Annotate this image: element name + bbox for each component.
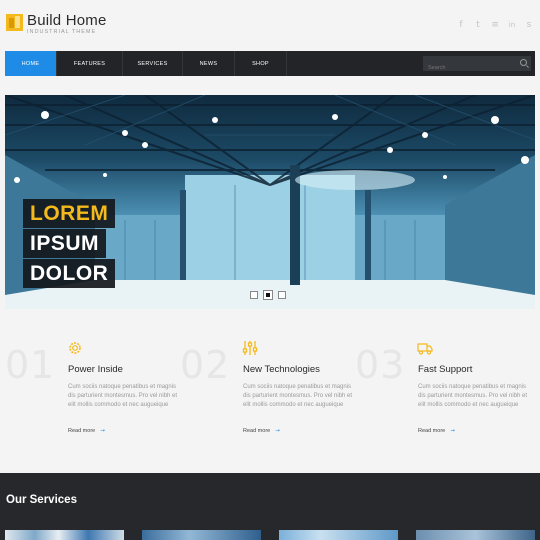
read-more-link[interactable]: Read more → bbox=[418, 428, 455, 434]
logo[interactable]: Build Home INDUSTRIAL THEME bbox=[6, 13, 107, 35]
truck-icon bbox=[417, 343, 433, 355]
hero-caption-line-3: DOLOR bbox=[23, 259, 116, 288]
site-header: Build Home INDUSTRIAL THEME f t ≡ in s bbox=[0, 0, 540, 50]
slider-dot-1[interactable] bbox=[250, 291, 258, 299]
feature-title: New Technologies bbox=[243, 364, 320, 375]
hero-caption-line-2: IPSUM bbox=[23, 229, 107, 258]
search-box bbox=[423, 56, 531, 76]
nav-item-services[interactable]: SERVICES bbox=[123, 51, 183, 76]
section-title: Our Services bbox=[6, 494, 77, 506]
twitter-icon[interactable]: t bbox=[473, 20, 483, 30]
feature-power-inside: 01 Power Inside Cum sociis natoque penat… bbox=[5, 335, 180, 455]
feature-title: Fast Support bbox=[418, 364, 473, 375]
services-section: Our Services bbox=[0, 473, 540, 540]
service-thumbnail[interactable] bbox=[279, 530, 398, 540]
facebook-icon[interactable]: f bbox=[456, 20, 466, 30]
hero-slider[interactable]: LOREM IPSUM DOLOR bbox=[5, 95, 535, 309]
feature-new-technologies: 02 New Technologies Cum sociis natoque p… bbox=[180, 335, 355, 455]
slider-dot-3[interactable] bbox=[278, 291, 286, 299]
social-links: f t ≡ in s bbox=[456, 20, 534, 30]
linkedin-icon[interactable]: in bbox=[507, 20, 517, 30]
hero-caption-line-1: LOREM bbox=[23, 199, 116, 228]
feature-title: Power Inside bbox=[68, 364, 123, 375]
arrow-right-icon: → bbox=[450, 428, 455, 434]
search-icon[interactable] bbox=[520, 59, 527, 66]
feature-number: 02 bbox=[180, 343, 231, 387]
feature-fast-support: 03 Fast Support Cum sociis natoque penat… bbox=[355, 335, 530, 455]
arrow-right-icon: → bbox=[100, 428, 105, 434]
nav-item-news[interactable]: NEWS bbox=[183, 51, 235, 76]
feature-text: Cum sociis natoque penatibus et magnis d… bbox=[68, 384, 178, 408]
logo-tagline: INDUSTRIAL THEME bbox=[27, 29, 97, 35]
feature-number: 01 bbox=[5, 343, 56, 387]
logo-title: Build Home bbox=[27, 12, 107, 29]
feature-text: Cum sociis natoque penatibus et magnis d… bbox=[418, 384, 528, 408]
read-more-link[interactable]: Read more → bbox=[243, 428, 280, 434]
search-input[interactable] bbox=[423, 60, 531, 76]
logo-icon bbox=[6, 14, 23, 31]
service-thumbnail[interactable] bbox=[5, 530, 124, 540]
slider-dot-2[interactable] bbox=[263, 290, 273, 300]
service-thumbnail[interactable] bbox=[142, 530, 261, 540]
nav-item-features[interactable]: FEATURES bbox=[57, 51, 123, 76]
read-more-link[interactable]: Read more → bbox=[68, 428, 105, 434]
slider-pagination bbox=[250, 290, 286, 300]
service-thumbnail[interactable] bbox=[416, 530, 535, 540]
sliders-icon bbox=[242, 341, 258, 355]
nav-item-home[interactable]: HOME bbox=[5, 51, 57, 76]
feature-number: 03 bbox=[355, 343, 406, 387]
read-more-label: Read more bbox=[68, 428, 96, 434]
read-more-label: Read more bbox=[418, 428, 446, 434]
main-nav: HOME FEATURES SERVICES NEWS SHOP bbox=[5, 51, 535, 76]
feature-text: Cum sociis natoque penatibus et magnis d… bbox=[243, 384, 353, 408]
gear-icon bbox=[69, 342, 81, 354]
skype-icon[interactable]: s bbox=[524, 20, 534, 30]
read-more-label: Read more bbox=[243, 428, 271, 434]
rss-icon[interactable]: ≡ bbox=[490, 20, 500, 30]
nav-item-shop[interactable]: SHOP bbox=[235, 51, 287, 76]
arrow-right-icon: → bbox=[275, 428, 280, 434]
